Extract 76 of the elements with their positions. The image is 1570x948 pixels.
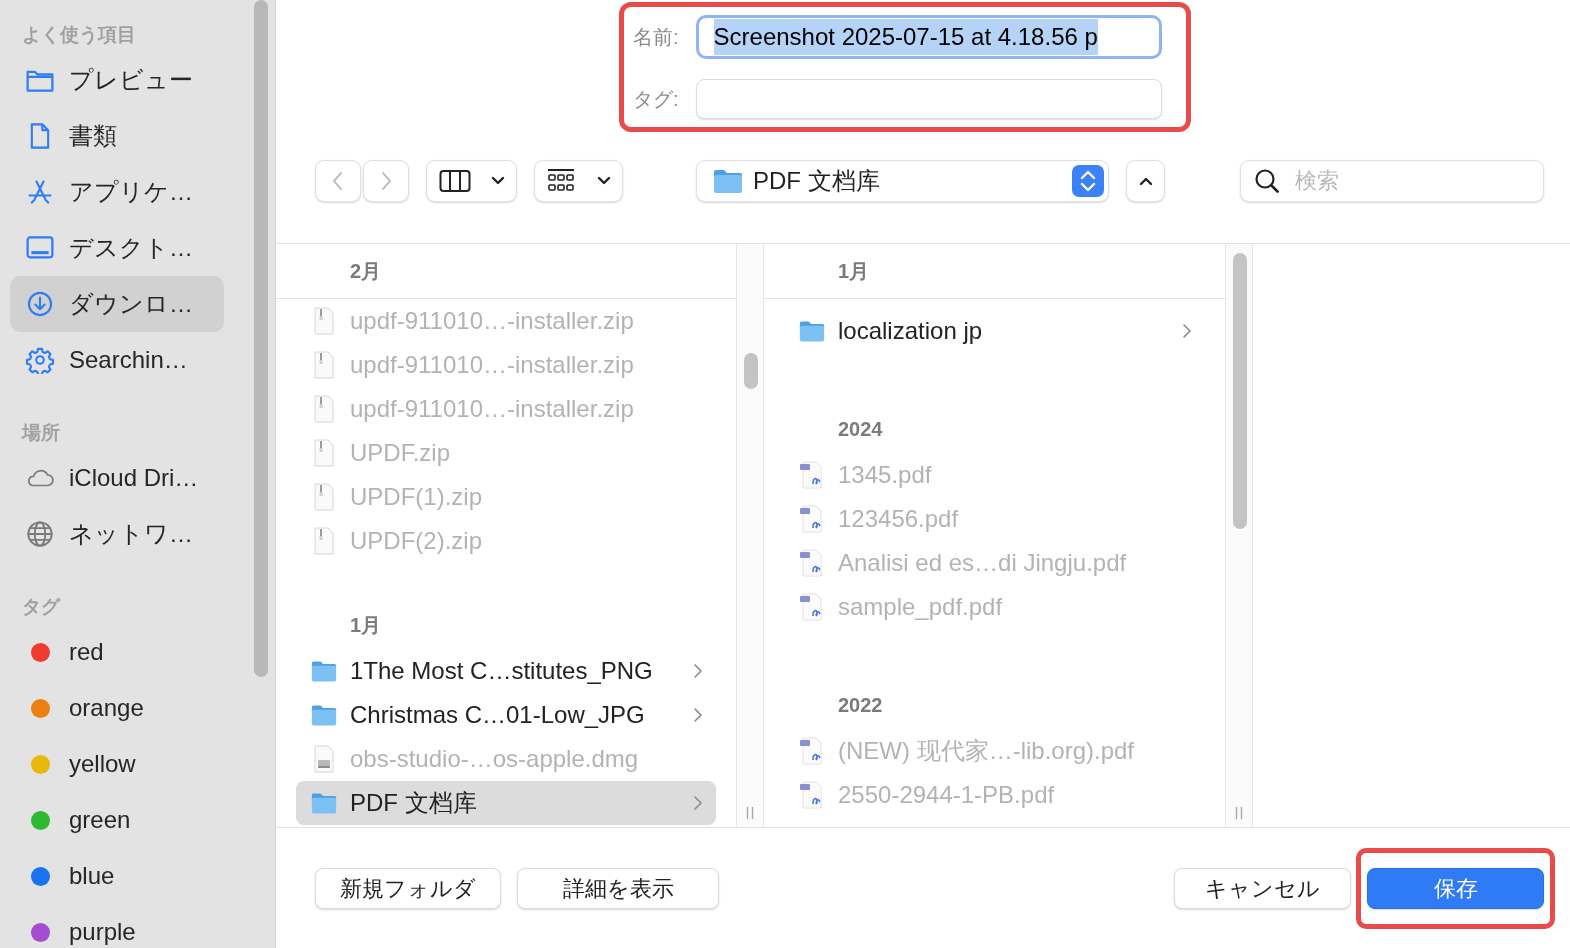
chevron-right-icon [693,663,703,679]
name-field[interactable]: Screenshot 2025-07-15 at 4.18.56 p [695,15,1162,59]
pdf-file-icon [799,781,825,809]
globe-icon [26,520,54,548]
caret-down-icon [490,176,505,186]
zip-file-icon [313,483,335,511]
tag-item[interactable]: purple [10,904,224,948]
folder-icon [713,168,743,194]
chevron-right-icon [693,795,703,811]
file-row[interactable]: Christmas C…01-Low_JPG [296,693,716,737]
file-row[interactable]: 1The Most C…stitutes_PNG [296,649,716,693]
zip-file-icon [313,351,335,379]
section-heading: よく使う項目 [21,22,137,47]
up-button[interactable] [1126,160,1165,202]
file-row[interactable]: PDF 文档库 [296,781,716,825]
desktop-icon [25,235,55,261]
download-icon [26,290,54,318]
pdf-file-icon [799,549,825,577]
view-mode-button[interactable] [426,160,517,202]
folder-icon [311,790,337,816]
zip-file-icon [313,395,335,423]
disk-image-icon [313,745,335,773]
location-popup[interactable]: PDF 文档库 [696,160,1109,202]
zip-file-icon [313,307,335,335]
sidebar-item[interactable]: デスクト… [10,220,224,276]
chevron-right-icon [1182,323,1192,339]
scrollbar-thumb[interactable] [744,353,758,389]
grid-icon [546,168,575,194]
sidebar-item[interactable]: 書類 [10,108,224,164]
resize-handle-icon[interactable] [1235,806,1243,820]
settings-icon [26,346,54,374]
sidebar-item[interactable]: ダウンロ… [10,276,224,332]
search-icon [1254,168,1280,194]
section-heading: 場所 [20,420,61,445]
folder-icon [799,318,825,344]
group-heading: 1月 [349,613,383,638]
tag-item[interactable]: green [10,792,224,848]
sidebar-item[interactable]: iCloud Dri… [10,450,224,506]
zip-file-icon [313,527,335,555]
search-field[interactable]: 検索 [1240,160,1544,202]
sidebar-item[interactable]: ネットワ… [10,506,224,562]
sidebar-item[interactable]: プレビュー [10,52,224,108]
section-heading: タグ [21,594,62,619]
tag-item[interactable]: orange [10,680,224,736]
pdf-file-icon [799,505,825,533]
dialog-button[interactable]: 新規フォルダ [315,867,501,909]
pdf-file-icon [799,737,825,765]
sidebar-item[interactable]: Searchin… [10,332,224,388]
sidebar-item[interactable]: アプリケ… [10,164,224,220]
columns-icon [438,169,471,193]
scrollbar-thumb[interactable] [1233,253,1247,529]
tag-item[interactable]: yellow [10,736,224,792]
stepper-icon [1072,165,1104,197]
tags-field[interactable] [695,79,1162,119]
group-heading: 2024 [837,417,884,442]
zip-file-icon [313,439,335,467]
scrollbar-thumb[interactable] [254,0,268,677]
tag-item[interactable]: blue [10,848,224,904]
chevron-right-icon [693,707,703,723]
save-button[interactable]: 保存 [1367,867,1544,909]
folder-icon [311,702,337,728]
file-row[interactable]: localization jp [784,309,1205,353]
pdf-file-icon [799,461,825,489]
field-label: タグ: [633,87,679,112]
group-button[interactable] [534,160,623,202]
caret-down-icon [596,176,611,186]
folder-icon [311,658,337,684]
group-heading: 2022 [837,693,884,718]
pdf-file-icon [799,593,825,621]
apps-icon [26,178,54,206]
caret-up-icon [1138,176,1153,186]
dialog-button[interactable]: 詳細を表示 [517,867,719,909]
dialog-button[interactable]: キャンセル [1174,867,1351,909]
resize-handle-icon[interactable] [746,806,754,820]
field-label: 名前: [633,25,679,50]
tag-item[interactable]: red [10,624,224,680]
